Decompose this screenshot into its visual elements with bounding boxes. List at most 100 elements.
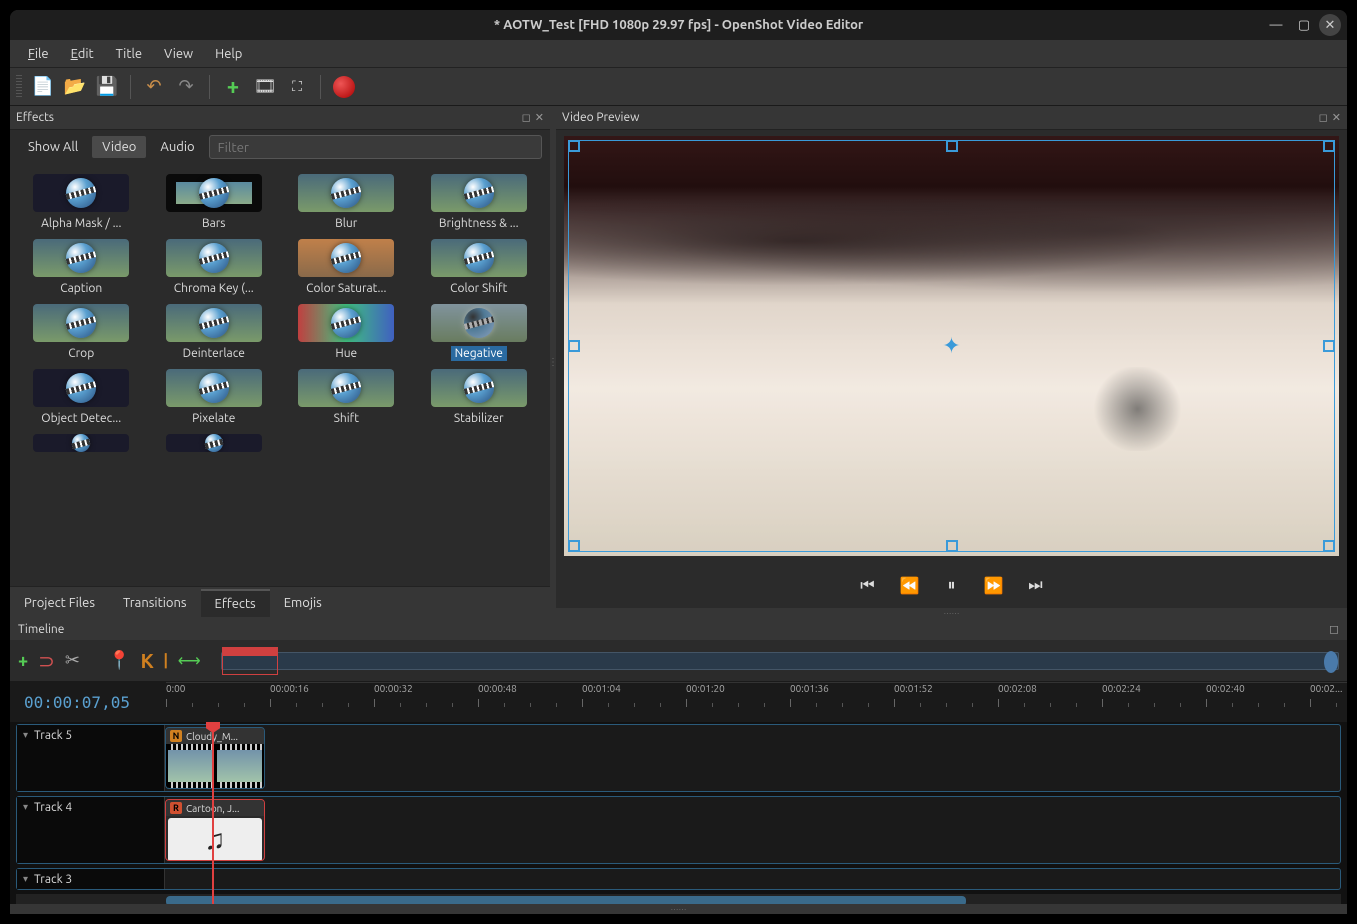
redo-button[interactable]: ↷ (173, 74, 199, 100)
effect-label: Color Shift (446, 281, 511, 296)
ruler-tick: 00:00:16 (270, 683, 309, 694)
snap-button[interactable]: ⊃ (38, 649, 55, 673)
close-panel-icon[interactable]: ✕ (535, 111, 544, 124)
new-project-button[interactable]: 📄 (30, 74, 56, 100)
effect-thumb (298, 369, 394, 407)
track-4: ▾ Track 4 R Cartoon, J... ♫ (16, 796, 1341, 864)
tab-transitions[interactable]: Transitions (109, 590, 201, 616)
tracks-area: ▾ Track 5 N Cloudy_M... ▾ Trac (10, 722, 1347, 904)
track-4-label: Track 4 (34, 801, 72, 814)
effect-chroma-key-[interactable]: Chroma Key (... (151, 237, 278, 298)
export-button[interactable] (331, 74, 357, 100)
jump-start-button[interactable]: ⏮ (853, 570, 883, 600)
filter-show-all[interactable]: Show All (18, 136, 88, 158)
menu-view[interactable]: View (154, 43, 203, 65)
import-files-button[interactable]: + (220, 74, 246, 100)
main-toolbar: 📄 📂 💾 ↶ ↷ + 🎞 ⛶ (10, 68, 1347, 106)
filter-audio[interactable]: Audio (150, 136, 204, 158)
effect-bars[interactable]: Bars (151, 172, 278, 233)
zoom-slider[interactable] (221, 652, 1339, 670)
effect-pixelate[interactable]: Pixelate (151, 367, 278, 428)
toolbar-grip[interactable] (16, 75, 22, 99)
zoom-selection[interactable] (222, 647, 278, 675)
chevron-down-icon: ▾ (23, 801, 28, 813)
effect-stabilizer[interactable]: Stabilizer (416, 367, 543, 428)
effect-hue[interactable]: Hue (283, 302, 410, 363)
close-preview-icon[interactable]: ✕ (1332, 111, 1341, 124)
add-track-button[interactable]: + (18, 651, 28, 671)
track-5-header[interactable]: ▾ Track 5 (17, 725, 165, 791)
preview-splitter[interactable]: ⋯⋯ (556, 608, 1347, 618)
center-playhead-button[interactable]: ⟷ (178, 651, 201, 670)
effect-thumb (33, 304, 129, 342)
scrollbar-thumb[interactable] (166, 896, 966, 904)
clip-cartoon[interactable]: R Cartoon, J... ♫ (165, 799, 265, 861)
razor-button[interactable]: ✂ (65, 650, 80, 671)
effect-label: Chroma Key (... (170, 281, 258, 296)
effect-object-detec-[interactable]: Object Detec... (18, 367, 145, 428)
open-project-button[interactable]: 📂 (62, 74, 88, 100)
effect-label: Bars (198, 216, 230, 231)
menu-title[interactable]: Title (106, 43, 152, 65)
undo-button[interactable]: ↶ (141, 74, 167, 100)
tab-effects[interactable]: Effects (201, 589, 270, 617)
prev-marker-button[interactable]: K (140, 649, 153, 672)
effect-thumb (431, 304, 527, 342)
track-3-label: Track 3 (34, 873, 72, 886)
effect-crop[interactable]: Crop (18, 302, 145, 363)
menu-help[interactable]: Help (205, 43, 252, 65)
minimize-button[interactable]: — (1263, 14, 1289, 36)
effect-label: Brightness & ... (435, 216, 523, 231)
close-button[interactable]: ✕ (1319, 14, 1341, 36)
effects-panel-title: Effects (16, 111, 54, 124)
effect-alpha-mask-[interactable]: Alpha Mask / ... (18, 172, 145, 233)
ruler-tick: 00:02:24 (1102, 683, 1141, 694)
tab-project-files[interactable]: Project Files (10, 590, 109, 616)
effect-label: Object Detec... (37, 411, 125, 426)
effect-blur[interactable]: Blur (283, 172, 410, 233)
filter-video[interactable]: Video (92, 136, 146, 158)
save-project-button[interactable]: 💾 (94, 74, 120, 100)
effect-caption[interactable]: Caption (18, 237, 145, 298)
effect-label: Blur (331, 216, 361, 231)
effect-brightness-[interactable]: Brightness & ... (416, 172, 543, 233)
add-marker-button[interactable]: 📍 (108, 650, 130, 671)
effect-shift[interactable]: Shift (283, 367, 410, 428)
effect-extra[interactable] (18, 432, 145, 454)
maximize-button[interactable]: ▢ (1291, 14, 1317, 36)
zoom-handle[interactable] (1324, 651, 1338, 673)
undock-icon[interactable]: ◻ (522, 111, 531, 124)
menu-file[interactable]: File (18, 43, 59, 65)
chevron-down-icon: ▾ (23, 873, 28, 885)
ruler-tick: 00:00:48 (478, 683, 517, 694)
menu-edit[interactable]: Edit (61, 43, 104, 65)
timeline-ruler[interactable]: 00:00:07,05 0:0000:00:1600:00:3200:00:48… (10, 682, 1347, 722)
track-4-header[interactable]: ▾ Track 4 (17, 797, 165, 863)
fullscreen-button[interactable]: ⛶ (284, 74, 310, 100)
effect-extra[interactable] (151, 432, 278, 454)
play-pause-button[interactable]: ⏸ (937, 570, 967, 600)
effect-negative[interactable]: Negative (416, 302, 543, 363)
effect-thumb (166, 239, 262, 277)
effect-thumb (166, 369, 262, 407)
timeline-scrollbar[interactable] (16, 894, 1341, 904)
effect-label: Color Saturat... (302, 281, 390, 296)
undock-timeline-icon[interactable]: ◻ (1329, 622, 1339, 636)
fast-forward-button[interactable]: ⏩ (979, 570, 1009, 600)
tab-emojis[interactable]: Emojis (270, 590, 336, 616)
bottom-splitter[interactable]: ⋯⋯ (10, 904, 1347, 914)
jump-end-button[interactable]: ⏭ (1021, 570, 1051, 600)
video-preview[interactable]: ✦ (564, 136, 1339, 556)
profile-button[interactable]: 🎞 (252, 74, 278, 100)
rewind-button[interactable]: ⏪ (895, 570, 925, 600)
effect-color-shift[interactable]: Color Shift (416, 237, 543, 298)
track-3-header[interactable]: ▾ Track 3 (17, 869, 165, 889)
timeline-toolbar: + ⊃ ✂ 📍 K ꘡ ⟷ (10, 640, 1347, 682)
effect-color-saturat-[interactable]: Color Saturat... (283, 237, 410, 298)
undock-preview-icon[interactable]: ◻ (1319, 111, 1328, 124)
filter-input[interactable] (209, 135, 542, 159)
clip-cloudy[interactable]: N Cloudy_M... (165, 727, 265, 789)
effect-deinterlace[interactable]: Deinterlace (151, 302, 278, 363)
effect-label: Negative (451, 346, 507, 361)
next-marker-button[interactable]: ꘡ (164, 649, 168, 673)
